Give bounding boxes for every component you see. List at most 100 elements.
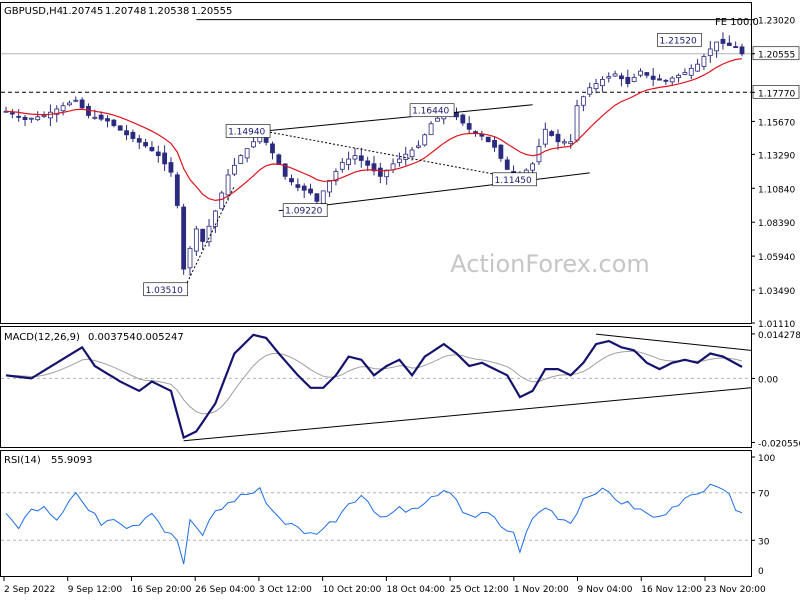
price-header-low: 1.20538 <box>148 6 189 17</box>
price-y-axis: 1.23020 1.20555 1.17770 1.15670 1.13290 1.108… <box>751 17 800 330</box>
candle-body <box>225 174 231 196</box>
annotation-label: 1.09220 <box>285 207 322 217</box>
candle-body <box>676 74 681 79</box>
candle-body <box>485 136 491 143</box>
candle-body <box>124 130 129 136</box>
rsi-header-name: RSI(14) <box>4 455 41 466</box>
time-tick-label: 16 Sep 20:00 <box>131 585 191 595</box>
candle-body <box>295 184 301 188</box>
candle-body <box>466 123 472 130</box>
candle-body <box>498 144 504 159</box>
macd-tick-label: 0.00 <box>758 375 778 385</box>
candle-body <box>720 38 726 44</box>
candle-body <box>504 159 510 170</box>
candle-body <box>174 174 180 206</box>
candle-body <box>352 155 358 160</box>
candle-body <box>409 149 415 158</box>
candle-body <box>619 75 624 80</box>
candle-body <box>67 102 72 106</box>
candle-body <box>327 180 332 193</box>
time-tick-label: 9 Sep 12:00 <box>68 585 123 595</box>
annotation-label: 1.03510 <box>146 286 183 296</box>
time-tick-label: 10 Oct 20:00 <box>323 585 382 595</box>
price-tick-label: 1.13290 <box>758 151 795 161</box>
candle-body <box>612 73 618 77</box>
chart-window: 1.03510 1.14940 1.09220 1.16440 1.11450 1.215… <box>0 0 800 600</box>
candle-body <box>130 131 136 139</box>
candle-body <box>542 128 548 145</box>
candle-body <box>555 133 561 143</box>
candle-body <box>682 72 688 75</box>
candle-body <box>244 148 250 159</box>
candle-body <box>695 63 700 72</box>
price-tick-label: 1.08390 <box>758 219 795 229</box>
candle-body <box>587 87 593 95</box>
annotation-label: 1.14940 <box>228 127 265 137</box>
candle-body <box>568 141 574 145</box>
price-tick-label: 1.15670 <box>758 118 795 128</box>
macd-header-name: MACD(12,26,9) <box>4 332 80 343</box>
rsi-tick-label: 70 <box>758 490 770 500</box>
candle-body <box>460 114 466 124</box>
macd-header-macd: 0.003754 <box>88 332 136 343</box>
candle-body <box>168 162 174 173</box>
candle-body <box>270 143 275 154</box>
time-tick-label: 25 Oct 12:00 <box>450 585 509 595</box>
rsi-tick-label: 100 <box>758 454 775 464</box>
candle-body <box>593 83 599 90</box>
candle-body <box>117 125 123 131</box>
time-tick-label: 16 Nov 12:00 <box>641 585 702 595</box>
candle-body <box>739 46 745 55</box>
macd-header-signal: 0.005247 <box>136 332 184 343</box>
candle-body <box>200 228 206 242</box>
watermark: ActionForex.com <box>450 250 650 278</box>
price-tick-label: 1.17770 <box>758 89 795 99</box>
candle-body <box>625 76 631 84</box>
candle-body <box>105 118 110 122</box>
candle-body <box>308 188 313 194</box>
candle-body <box>136 138 142 143</box>
candle-body <box>365 160 371 166</box>
annotation-label: 1.21520 <box>660 36 697 46</box>
time-tick-label: 23 Nov 20:00 <box>705 585 766 595</box>
candle-body <box>162 152 168 165</box>
candle-body <box>346 158 352 166</box>
price-header-symbol: GBPUSD,H4 <box>4 6 63 17</box>
time-tick-label: 9 Nov 04:00 <box>578 585 633 595</box>
price-tick-label: 1.05940 <box>758 253 795 263</box>
candle-body <box>73 99 79 102</box>
time-tick-label: 1 Nov 20:00 <box>514 585 569 595</box>
fe-label: FE 100.0 <box>715 17 759 28</box>
price-header-close: 1.20555 <box>191 6 232 17</box>
candle-body <box>289 178 294 183</box>
candle-body <box>707 48 713 57</box>
candle-body <box>549 131 555 136</box>
candle-body <box>238 155 244 164</box>
candle-body <box>48 111 53 119</box>
candle-body <box>688 67 694 76</box>
candle-body <box>187 247 193 269</box>
candle-body <box>435 117 440 122</box>
candle-body <box>473 131 478 134</box>
candle-body <box>232 164 237 175</box>
candle-body <box>638 70 643 76</box>
price-header-high: 1.20748 <box>105 6 146 17</box>
rsi-y-axis: 100 70 30 0 <box>751 454 775 577</box>
price-tick-label: 1.03490 <box>758 287 795 297</box>
candle-body <box>422 134 428 146</box>
candle-body <box>181 206 187 270</box>
candle-body <box>41 115 47 117</box>
candle-body <box>320 190 326 204</box>
candle-body <box>657 78 662 81</box>
candle-body <box>28 117 34 120</box>
candle-body <box>600 79 605 87</box>
candle-body <box>22 116 28 120</box>
candle-body <box>561 141 567 144</box>
candle-body <box>79 99 85 109</box>
candle-body <box>301 185 307 191</box>
candle-body <box>276 154 282 165</box>
time-tick-label: 26 Sep 04:00 <box>195 585 255 595</box>
candle-body <box>143 142 148 147</box>
candle-body <box>35 116 41 121</box>
candle-body <box>377 167 383 177</box>
